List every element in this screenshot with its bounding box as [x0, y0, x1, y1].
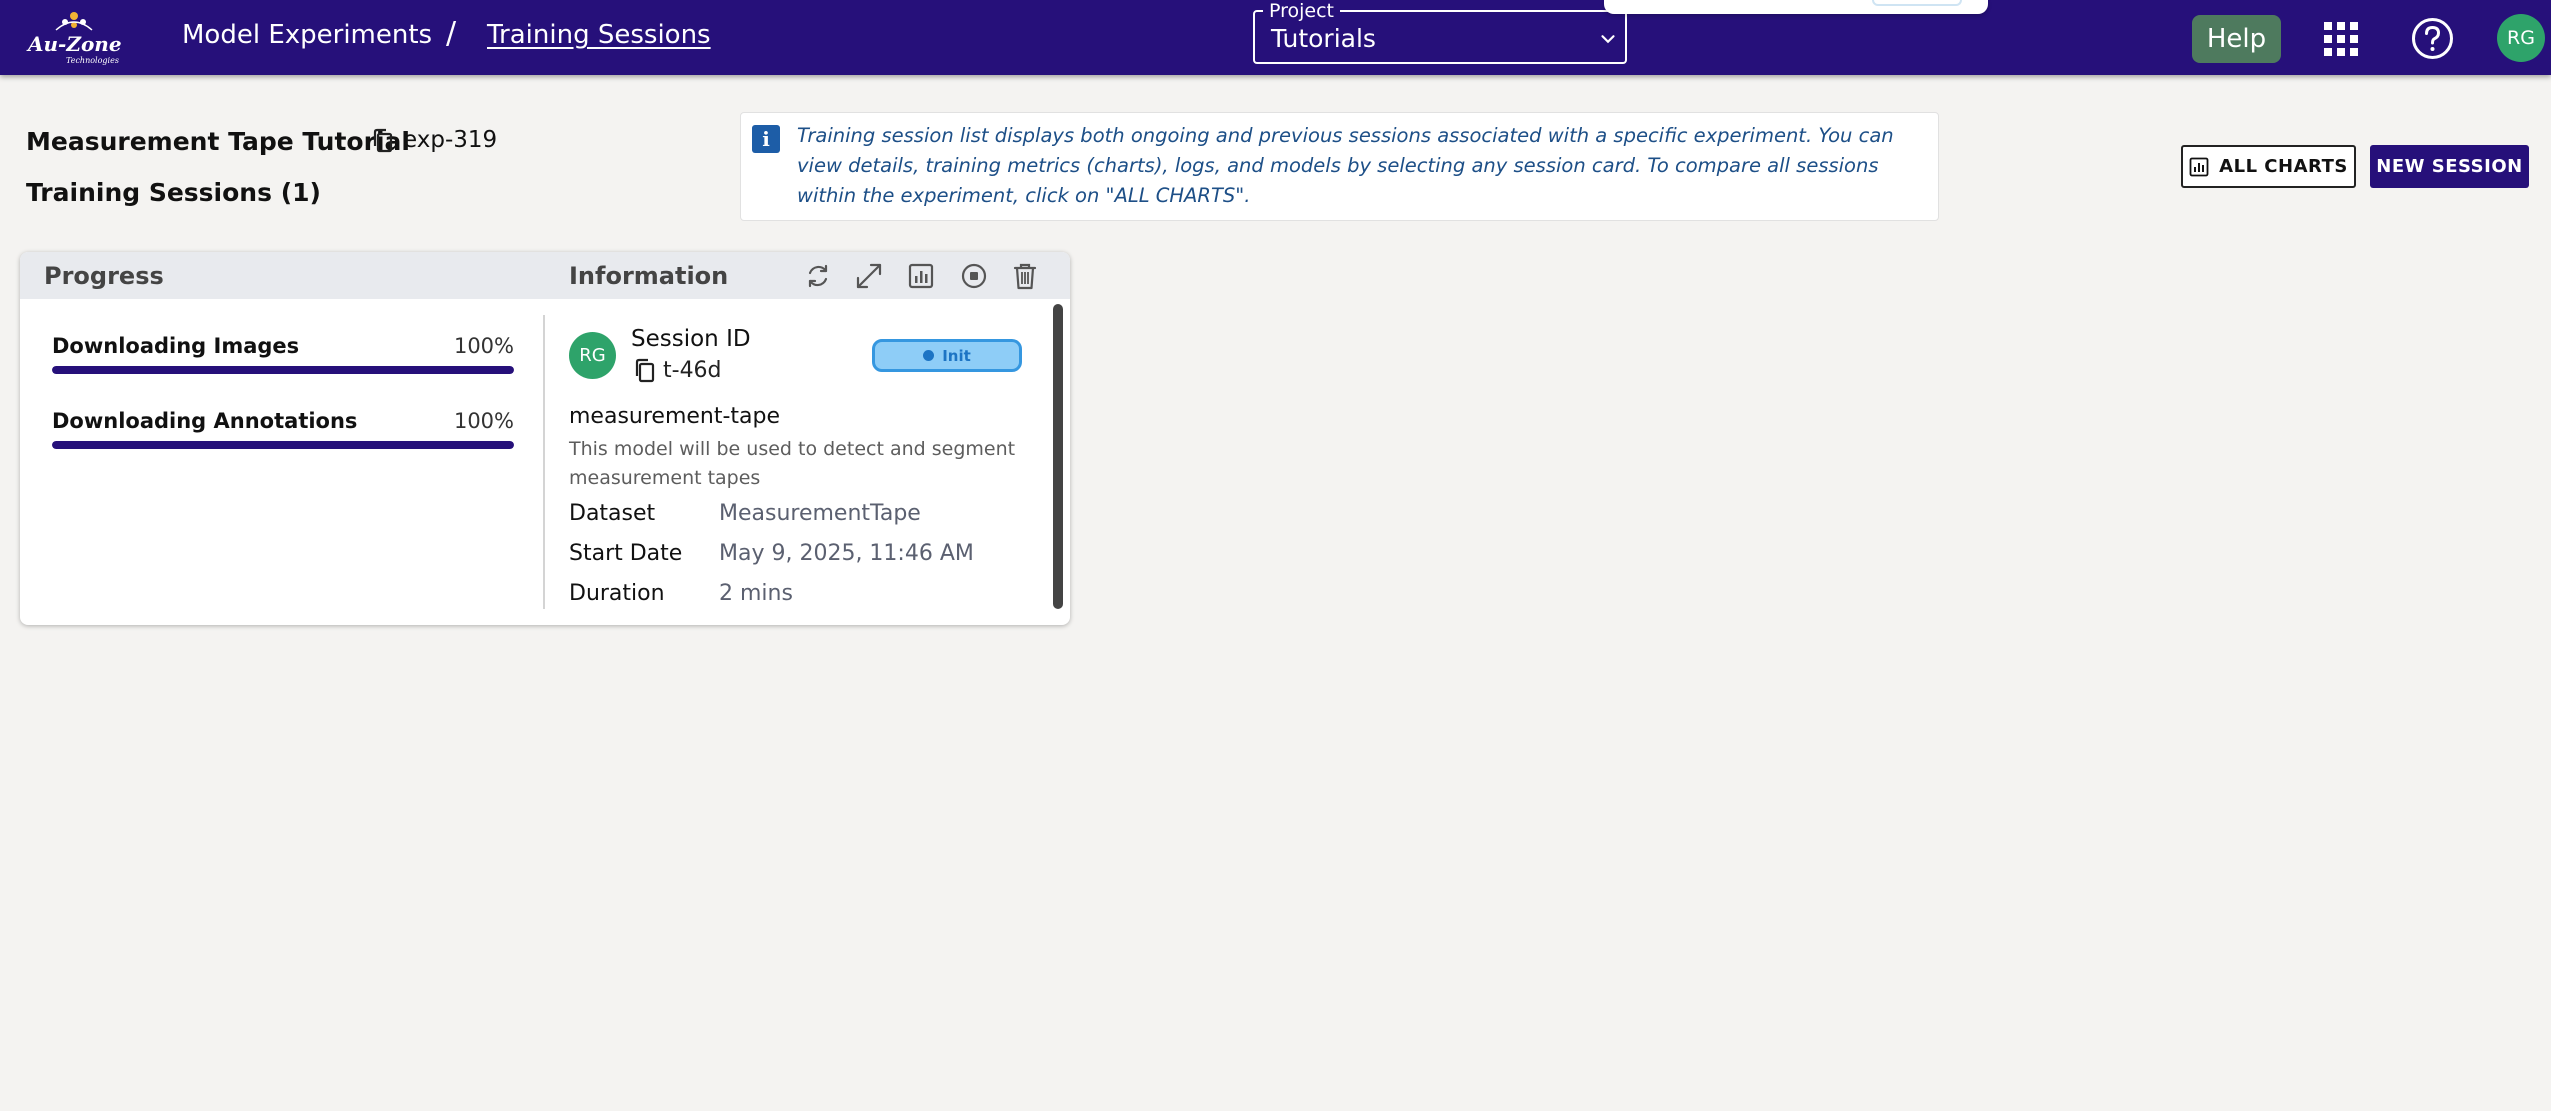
duration-value: 2 mins	[719, 581, 793, 606]
stop-icon[interactable]	[957, 259, 991, 293]
project-select-label: Project	[1263, 0, 1341, 22]
info-banner-text: Training session list displays both ongo…	[797, 124, 1894, 207]
column-divider	[543, 315, 545, 609]
popover-edge	[1604, 0, 1988, 14]
new-session-button[interactable]: NEW SESSION	[2370, 145, 2529, 188]
question-circle-icon[interactable]	[2410, 16, 2455, 61]
info-icon: i	[752, 125, 780, 153]
popover-pill	[1872, 0, 1962, 6]
model-name: measurement-tape	[569, 404, 781, 429]
copy-icon[interactable]	[372, 128, 394, 154]
copy-icon[interactable]	[634, 358, 656, 384]
progress-percent: 100%	[453, 334, 514, 358]
top-app-bar: Au-Zone Technologies Model Experiments /…	[0, 0, 2551, 75]
chevron-down-icon	[1601, 35, 1615, 44]
session-user-avatar: RG	[569, 332, 616, 379]
dataset-value: MeasurementTape	[719, 501, 921, 526]
card-scrollbar[interactable]	[1053, 304, 1063, 609]
status-badge: Init	[872, 339, 1022, 372]
chart-icon	[2189, 157, 2209, 176]
duration-label: Duration	[569, 581, 665, 606]
apps-grid-icon[interactable]	[2323, 21, 2359, 57]
progress-bar	[52, 441, 514, 449]
sessions-heading: Training Sessions (1)	[26, 178, 321, 207]
help-button[interactable]: Help	[2192, 15, 2281, 63]
start-date-label: Start Date	[569, 541, 683, 566]
progress-bar	[52, 366, 514, 374]
refresh-icon[interactable]	[801, 259, 835, 293]
breadcrumb-training-sessions[interactable]: Training Sessions	[487, 20, 711, 50]
all-charts-label: ALL CHARTS	[2219, 156, 2348, 177]
experiment-title: Measurement Tape Tutorial	[26, 127, 410, 156]
dataset-label: Dataset	[569, 501, 656, 526]
model-description: This model will be used to detect and se…	[569, 438, 1016, 489]
expand-icon[interactable]	[852, 259, 886, 293]
user-avatar[interactable]: RG	[2497, 14, 2545, 62]
breadcrumb-separator: /	[446, 16, 457, 51]
progress-label: Downloading Annotations	[52, 409, 358, 433]
info-banner: i Training session list displays both on…	[740, 112, 1939, 221]
status-dot-icon	[923, 350, 935, 361]
au-zone-logo[interactable]: Au-Zone Technologies	[26, 8, 122, 66]
logo-dots-icon	[55, 12, 93, 31]
progress-bar-fill	[52, 366, 514, 374]
session-id-label: Session ID	[631, 326, 751, 352]
delete-icon[interactable]	[1008, 259, 1042, 293]
session-id-value: t-46d	[663, 358, 722, 383]
start-date-value: May 9, 2025, 11:46 AM	[719, 541, 974, 566]
breadcrumb-model-experiments[interactable]: Model Experiments	[182, 20, 432, 50]
information-header: Information	[569, 262, 729, 290]
logo-subtext: Technologies	[66, 56, 119, 65]
all-charts-button[interactable]: ALL CHARTS	[2181, 145, 2356, 188]
progress-header: Progress	[44, 262, 164, 290]
progress-bar-fill	[52, 441, 514, 449]
chart-icon[interactable]	[904, 259, 938, 293]
experiment-id: exp-319	[403, 127, 498, 153]
session-card[interactable]: Progress Information Downloading Images …	[20, 252, 1070, 625]
progress-percent: 100%	[453, 409, 514, 433]
project-select-value: Tutorials	[1271, 24, 1376, 53]
progress-label: Downloading Images	[52, 334, 300, 358]
session-card-header: Progress Information	[20, 252, 1070, 299]
status-label: Init	[942, 346, 971, 365]
project-select[interactable]: Project Tutorials	[1253, 0, 1627, 64]
logo-text: Au-Zone	[28, 32, 122, 56]
